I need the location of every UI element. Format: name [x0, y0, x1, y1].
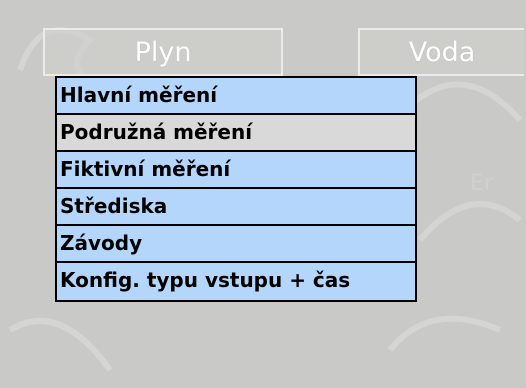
- menu-item-podruzna-mereni[interactable]: Podružná měření: [57, 115, 415, 152]
- dropdown-menu: Hlavní měření Podružná měření Fiktivní m…: [55, 76, 417, 302]
- tab-voda[interactable]: Voda: [358, 28, 524, 76]
- tab-plyn-label: Plyn: [134, 36, 192, 68]
- menu-item-zavody[interactable]: Závody: [57, 226, 415, 263]
- menu-item-fiktivni-mereni[interactable]: Fiktivní měření: [57, 152, 415, 189]
- svg-text:Er: Er: [470, 171, 494, 196]
- tab-voda-label: Voda: [408, 36, 476, 68]
- menu-item-hlavni-mereni[interactable]: Hlavní měření: [57, 78, 415, 115]
- menu-item-konfig-typu-vstupu[interactable]: Konfig. typu vstupu + čas: [57, 263, 415, 300]
- menu-item-strediska[interactable]: Střediska: [57, 189, 415, 226]
- tab-plyn[interactable]: Plyn: [43, 28, 283, 76]
